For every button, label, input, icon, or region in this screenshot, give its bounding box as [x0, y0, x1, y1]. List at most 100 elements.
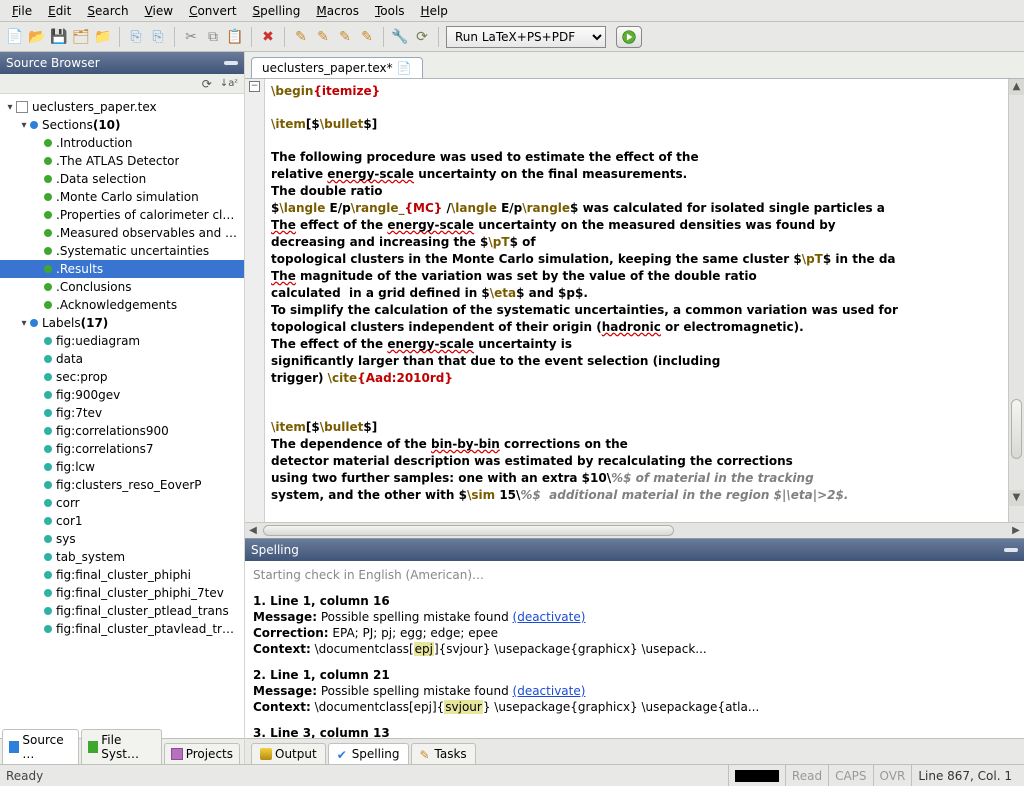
editor-tab[interactable]: ueclusters_paper.tex* 📄: [251, 57, 423, 78]
sidebar-toolbar: ⟳ ↓aᶻ: [0, 74, 244, 94]
spelling-body[interactable]: Starting check in English (American)… 1.…: [245, 561, 1024, 738]
copy-folder2-icon[interactable]: ⎘: [149, 28, 167, 46]
spelling-location: 1. Line 1, column 16: [253, 593, 1016, 609]
tree-label: fig:final_cluster_phiphi_7tev: [56, 586, 224, 600]
tree-label-item[interactable]: fig:correlations900: [0, 422, 244, 440]
delete-icon[interactable]: ✖: [259, 28, 277, 46]
editor-vertical-scrollbar[interactable]: ▲ ▼: [1008, 79, 1024, 522]
paste-icon[interactable]: 📋: [226, 28, 244, 46]
tree-label-item[interactable]: sys: [0, 530, 244, 548]
tree-labels[interactable]: ▾Labels (17): [0, 314, 244, 332]
menu-edit[interactable]: Edit: [40, 2, 79, 20]
scroll-up-icon[interactable]: ▲: [1009, 79, 1024, 95]
tree-sections[interactable]: ▾Sections (10): [0, 116, 244, 134]
tree-section-item[interactable]: .Conclusions: [0, 278, 244, 296]
tree-count: (10): [93, 118, 121, 132]
save-icon[interactable]: 💾: [50, 28, 68, 46]
tree-label-item[interactable]: fig:final_cluster_ptavlead_trans: [0, 620, 244, 638]
tree-label-item[interactable]: fig:7tev: [0, 404, 244, 422]
bullet-icon: [44, 139, 52, 147]
sort-icon[interactable]: ↓aᶻ: [220, 78, 238, 89]
tab-output[interactable]: Output: [251, 743, 326, 764]
wand2-icon[interactable]: ✎: [314, 28, 332, 46]
scroll-left-icon[interactable]: ◀: [245, 523, 261, 538]
build-icon[interactable]: 🔧: [391, 28, 409, 46]
editor-horizontal-scrollbar[interactable]: ◀ ▶: [245, 522, 1024, 538]
menu-search[interactable]: Search: [79, 2, 136, 20]
tree-file[interactable]: ▾ueclusters_paper.tex: [0, 98, 244, 116]
tree-label-item[interactable]: fig:correlations7: [0, 440, 244, 458]
bullet-icon: [44, 373, 52, 381]
tree-section-item[interactable]: .Monte Carlo simulation: [0, 188, 244, 206]
tree-label-item[interactable]: corr: [0, 494, 244, 512]
new-icon[interactable]: 📄: [6, 28, 24, 46]
source-tree[interactable]: ▾ueclusters_paper.tex▾Sections (10).Intr…: [0, 94, 244, 738]
run-button[interactable]: [616, 26, 642, 48]
wand4-icon[interactable]: ✎: [358, 28, 376, 46]
tree-label-item[interactable]: fig:900gev: [0, 386, 244, 404]
sidebar-tab-source[interactable]: Source …: [2, 729, 79, 764]
wand1-icon[interactable]: ✎: [292, 28, 310, 46]
status-ovr: OVR: [873, 765, 912, 786]
tree-section-item[interactable]: .The ATLAS Detector: [0, 152, 244, 170]
folder-icon[interactable]: 📁: [94, 28, 112, 46]
tree-section-item[interactable]: .Measured observables and corrections: [0, 224, 244, 242]
sidebar-tab-filesystem[interactable]: File Syst…: [81, 729, 162, 764]
tree-label-item[interactable]: fig:uediagram: [0, 332, 244, 350]
scroll-right-icon[interactable]: ▶: [1008, 523, 1024, 538]
deactivate-link[interactable]: (deactivate): [513, 684, 586, 698]
tree-label-item[interactable]: sec:prop: [0, 368, 244, 386]
tree-label-item[interactable]: cor1: [0, 512, 244, 530]
tree-label: .The ATLAS Detector: [56, 154, 179, 168]
menu-convert[interactable]: Convert: [181, 2, 244, 20]
tab-tasks[interactable]: ✎ Tasks: [411, 743, 476, 764]
source-browser-header[interactable]: Source Browser: [0, 52, 244, 74]
menu-help[interactable]: Help: [413, 2, 456, 20]
source-icon: [9, 741, 19, 753]
tree-label-item[interactable]: tab_system: [0, 548, 244, 566]
tree-section-item[interactable]: .Acknowledgements: [0, 296, 244, 314]
tree-section-item[interactable]: .Systematic uncertainties: [0, 242, 244, 260]
spelling-header[interactable]: Spelling: [245, 539, 1024, 561]
tree-label-item[interactable]: fig:final_cluster_phiphi_7tev: [0, 584, 244, 602]
menu-macros[interactable]: Macros: [308, 2, 367, 20]
menu-tools[interactable]: Tools: [367, 2, 413, 20]
cut-icon[interactable]: ✂: [182, 28, 200, 46]
text-editor[interactable]: \begin{itemize} \item[$\bullet$] The fol…: [265, 79, 1008, 522]
bullet-icon: [44, 481, 52, 489]
menu-spelling[interactable]: Spelling: [245, 2, 309, 20]
folder-stack-icon[interactable]: 🗂: [72, 28, 90, 46]
tree-label-item[interactable]: data: [0, 350, 244, 368]
copy-folder-icon[interactable]: ⎘: [127, 28, 145, 46]
tab-spelling[interactable]: ✔ Spelling: [328, 743, 409, 764]
tree-count: (17): [81, 316, 109, 330]
status-cursor-pos: Line 867, Col. 1: [911, 765, 1018, 786]
wand3-icon[interactable]: ✎: [336, 28, 354, 46]
tree-label-item[interactable]: fig:final_cluster_ptlead_trans: [0, 602, 244, 620]
fold-toggle[interactable]: −: [249, 81, 260, 92]
minimize-icon[interactable]: [1004, 548, 1018, 552]
tree-section-item[interactable]: .Introduction: [0, 134, 244, 152]
sidebar-tab-projects[interactable]: Projects: [164, 743, 240, 764]
tree-section-item[interactable]: .Properties of calorimeter clusters: [0, 206, 244, 224]
build-dropdown[interactable]: Run LaTeX+PS+PDF: [446, 26, 606, 48]
open-icon[interactable]: 📂: [28, 28, 46, 46]
scroll-thumb[interactable]: [263, 525, 674, 536]
minimize-icon[interactable]: [224, 61, 238, 65]
tree-label-item[interactable]: fig:clusters_reso_EoverP: [0, 476, 244, 494]
tree-section-item[interactable]: .Results: [0, 260, 244, 278]
bullet-icon: [44, 589, 52, 597]
refresh-icon[interactable]: ⟳: [202, 77, 212, 91]
tree-label-item[interactable]: fig:final_cluster_phiphi: [0, 566, 244, 584]
file-icon: [16, 101, 28, 113]
editor-tab-label: ueclusters_paper.tex*: [262, 61, 393, 75]
scroll-thumb[interactable]: [1011, 399, 1022, 459]
scroll-down-icon[interactable]: ▼: [1009, 490, 1024, 506]
copy-icon[interactable]: ⧉: [204, 28, 222, 46]
tree-label-item[interactable]: fig:lcw: [0, 458, 244, 476]
tree-section-item[interactable]: .Data selection: [0, 170, 244, 188]
deactivate-link[interactable]: (deactivate): [513, 610, 586, 624]
menu-view[interactable]: View: [137, 2, 181, 20]
rebuild-icon[interactable]: ⟳: [413, 28, 431, 46]
menu-file[interactable]: File: [4, 2, 40, 20]
